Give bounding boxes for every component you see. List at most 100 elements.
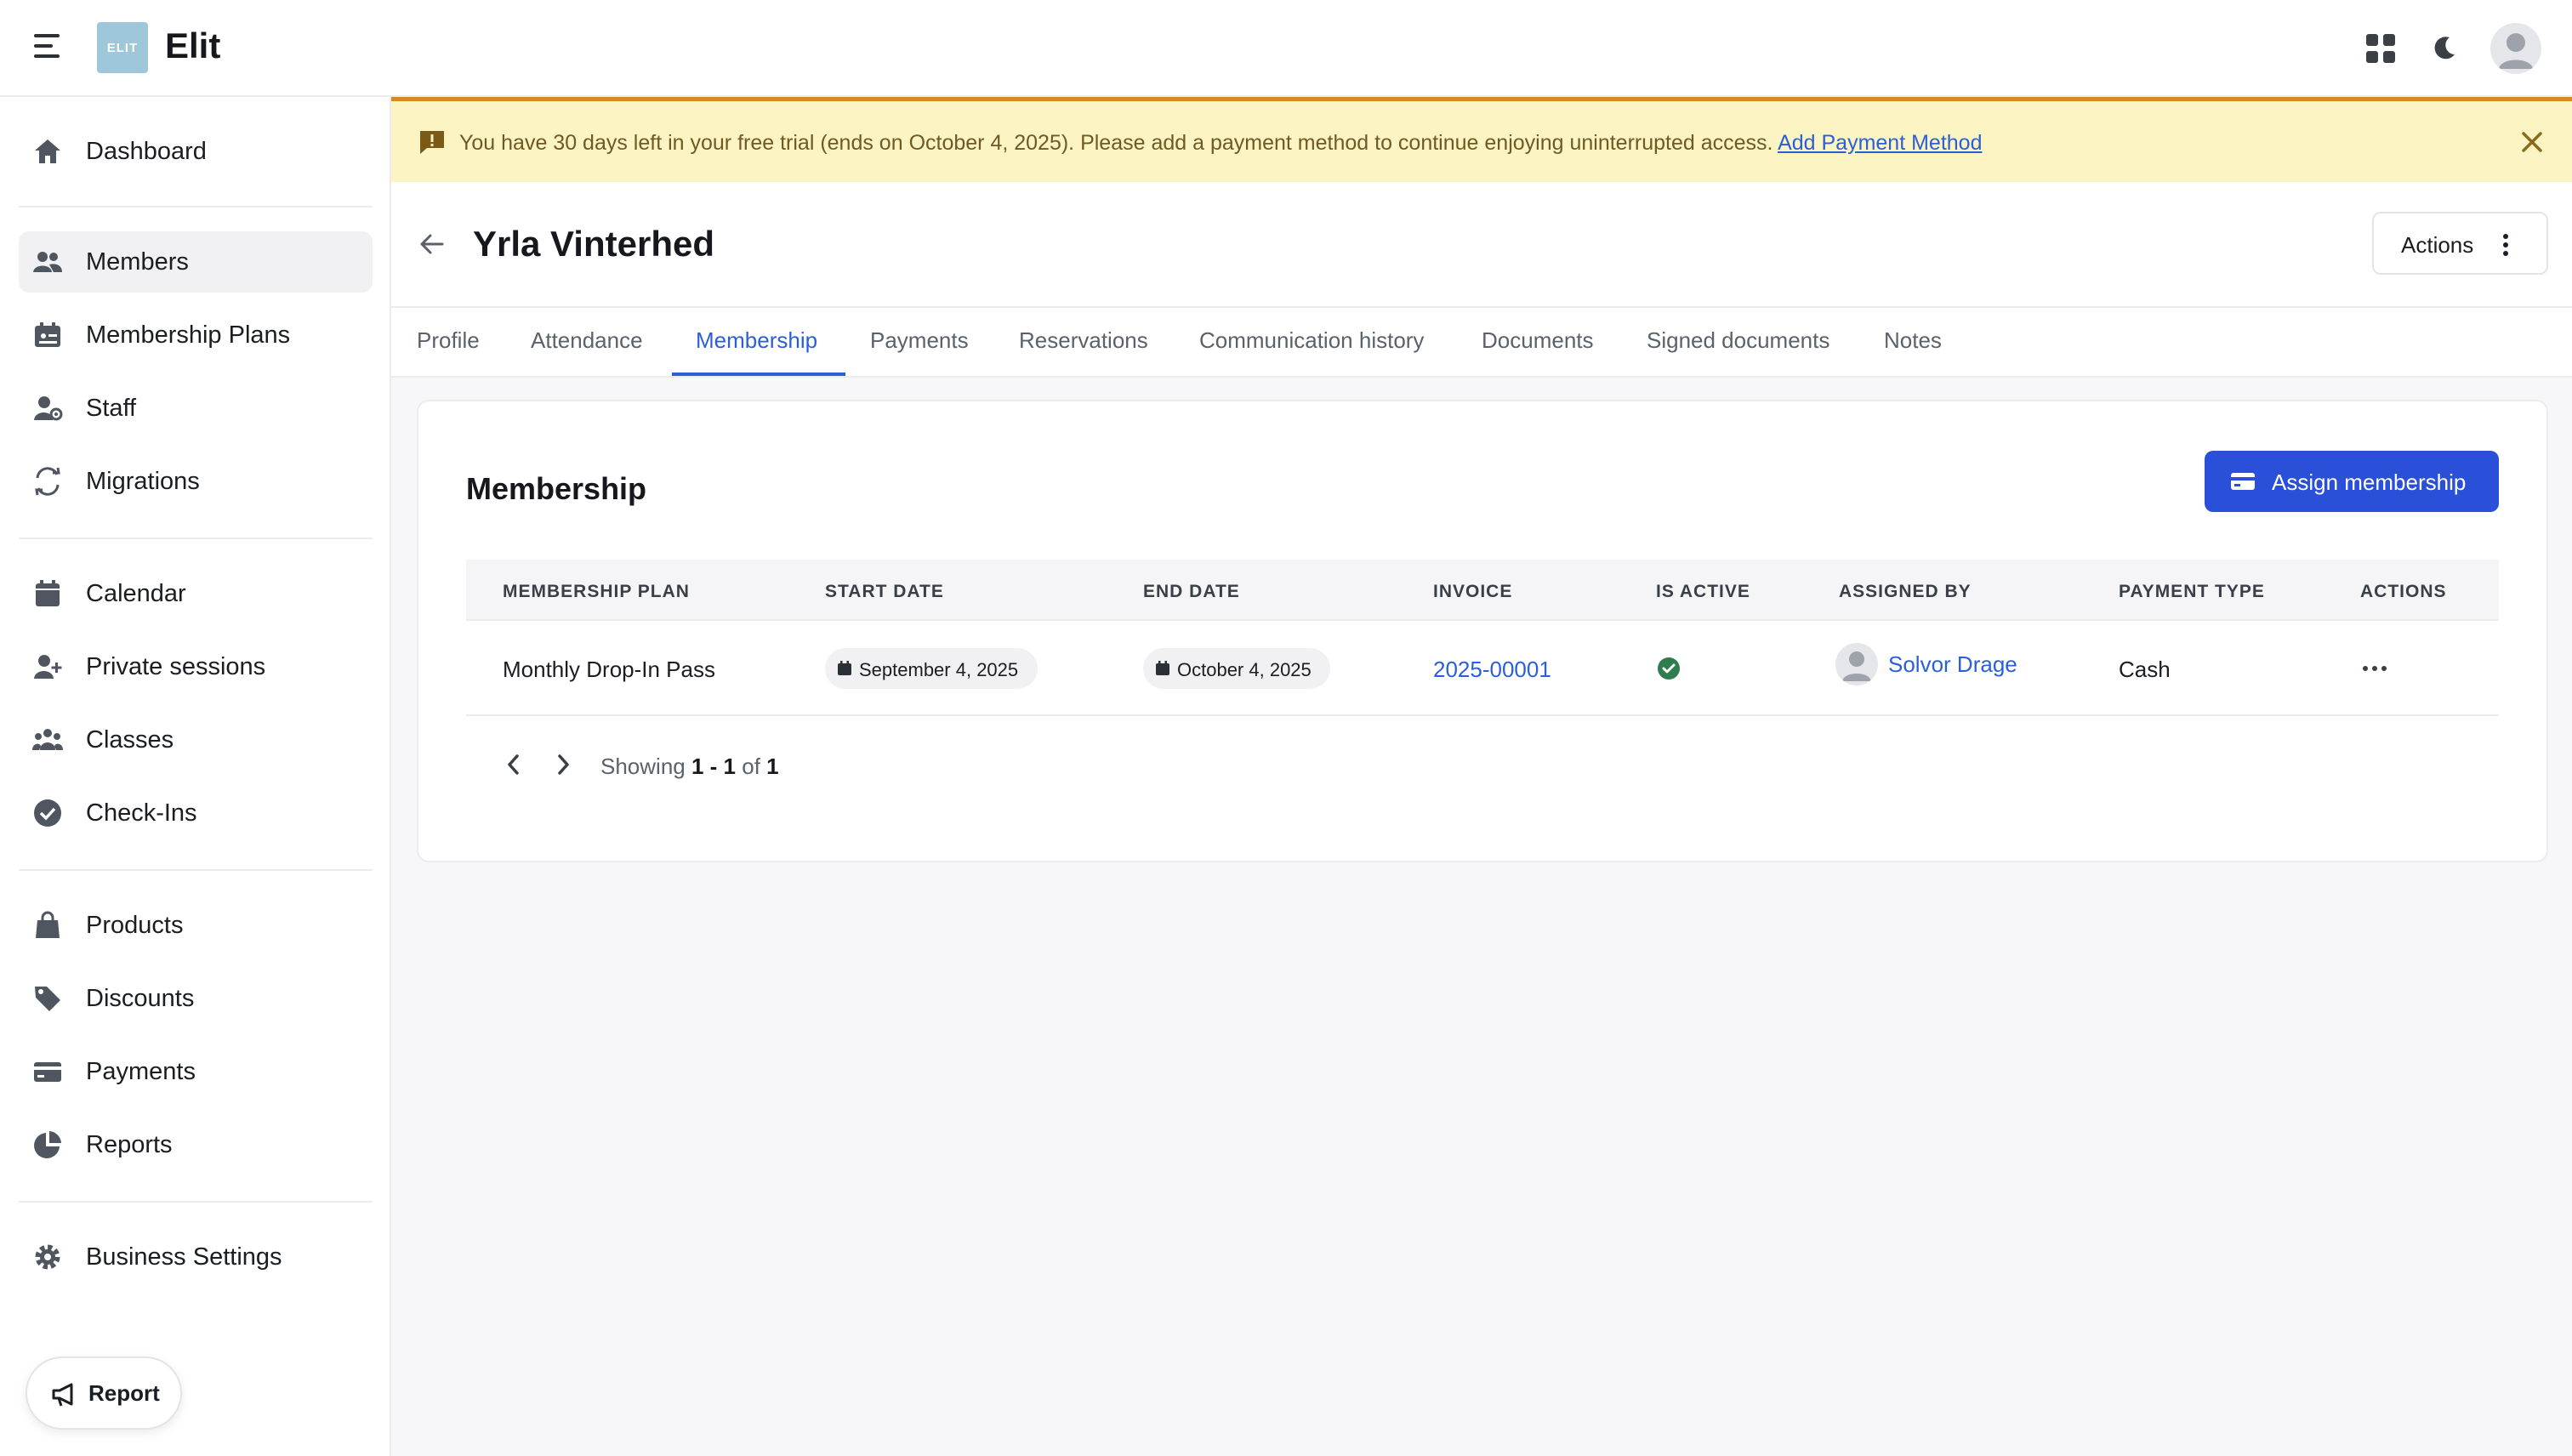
column-header-start-date: START DATE	[825, 582, 944, 601]
sidebar-divider	[19, 869, 373, 871]
sidebar-item-dashboard[interactable]: Dashboard	[19, 121, 373, 182]
sidebar-divider	[19, 206, 373, 208]
sidebar-item-discounts[interactable]: Discounts	[19, 968, 373, 1029]
add-payment-method-link[interactable]: Add Payment Method	[1778, 131, 1982, 155]
tab-profile[interactable]: Profile	[417, 308, 480, 378]
sidebar-item-label: Payments	[86, 1057, 196, 1085]
sidebar-item-private-sessions[interactable]: Private sessions	[19, 636, 373, 697]
page-title: Yrla Vinterhed	[473, 224, 714, 264]
classes-icon	[32, 729, 63, 750]
start-date-badge: September 4, 2025	[825, 648, 1038, 689]
sidebar-item-check-ins[interactable]: Check-Ins	[19, 782, 373, 844]
invoice-link[interactable]: 2025-00001	[1433, 657, 1551, 683]
shopping-bag-icon	[36, 911, 60, 938]
active-tab-indicator	[672, 373, 845, 376]
dark-mode-moon-icon[interactable]	[2429, 32, 2460, 63]
users-icon	[33, 252, 62, 272]
pagination-total: 1	[766, 754, 779, 779]
top-bar: ELIT Elit	[0, 0, 2572, 97]
menu-toggle-icon[interactable]	[34, 34, 63, 60]
calendar-icon	[838, 661, 851, 675]
pagination-summary: Showing 1 - 1 of 1	[600, 754, 779, 780]
tab-payments[interactable]: Payments	[870, 308, 969, 378]
tab-communication-history[interactable]: Communication history	[1199, 308, 1424, 378]
report-button[interactable]: Report	[26, 1356, 182, 1430]
next-page-chevron-icon[interactable]	[553, 752, 573, 777]
pie-chart-icon	[34, 1131, 61, 1158]
actions-button[interactable]: Actions	[2372, 212, 2548, 275]
column-header-is-active: IS ACTIVE	[1656, 582, 1750, 601]
sidebar-divider	[19, 537, 373, 539]
user-silhouette-icon	[2499, 33, 2533, 69]
gear-icon	[35, 1244, 60, 1270]
previous-page-chevron-icon[interactable]	[504, 752, 524, 777]
end-date-value: October 4, 2025	[1177, 659, 1312, 680]
pagination-range: 1 - 1	[691, 754, 736, 779]
back-arrow-icon[interactable]	[418, 231, 446, 257]
tab-reservations[interactable]: Reservations	[1019, 308, 1148, 378]
assign-membership-label: Assign membership	[2272, 469, 2467, 495]
sidebar-item-reports[interactable]: Reports	[19, 1114, 373, 1175]
end-date-badge: October 4, 2025	[1143, 648, 1330, 689]
membership-plans-icon	[35, 322, 60, 347]
assign-membership-button[interactable]: Assign membership	[2205, 451, 2499, 512]
sidebar-item-label: Membership Plans	[86, 321, 291, 349]
sidebar-item-label: Discounts	[86, 984, 195, 1012]
staff-icon	[34, 396, 63, 421]
payment-type-cell: Cash	[2119, 657, 2171, 682]
home-icon	[35, 139, 60, 163]
calendar-icon	[36, 580, 60, 606]
apps-grid-icon[interactable]	[2366, 34, 2395, 63]
user-silhouette-icon	[1842, 651, 1871, 681]
membership-section-title: Membership	[466, 471, 647, 506]
trial-banner-message: You have 30 days left in your free trial…	[459, 131, 1982, 156]
credit-card-icon	[34, 1062, 61, 1082]
membership-plan-cell: Monthly Drop-In Pass	[503, 657, 715, 682]
tab-notes[interactable]: Notes	[1884, 308, 1942, 378]
sidebar-item-label: Reports	[86, 1130, 173, 1158]
column-header-actions: ACTIONS	[2360, 582, 2447, 601]
private-sessions-icon	[34, 655, 62, 679]
check-circle-icon	[34, 799, 61, 827]
column-header-membership-plan: MEMBERSHIP PLAN	[503, 582, 690, 601]
sidebar-item-label: Staff	[86, 394, 137, 422]
pagination-of: of	[742, 754, 760, 779]
sidebar-item-staff[interactable]: Staff	[19, 378, 373, 439]
sidebar-item-label: Check-Ins	[86, 799, 197, 827]
start-date-value: September 4, 2025	[859, 659, 1019, 680]
sidebar-item-label: Business Settings	[86, 1243, 282, 1271]
assigned-by-link[interactable]: Solvor Drage	[1888, 651, 2017, 678]
credit-card-icon	[2231, 473, 2255, 490]
sidebar-item-label: Calendar	[86, 579, 186, 607]
actions-button-label: Actions	[2401, 232, 2474, 258]
tab-attendance[interactable]: Attendance	[531, 308, 643, 378]
row-more-actions-icon[interactable]	[2363, 663, 2387, 674]
tab-membership[interactable]: Membership	[696, 308, 817, 378]
app-name: Elit	[165, 26, 221, 65]
column-header-payment-type: PAYMENT TYPE	[2119, 582, 2265, 601]
sidebar-item-membership-plans[interactable]: Membership Plans	[19, 304, 373, 366]
sidebar-item-payments[interactable]: Payments	[19, 1041, 373, 1102]
sidebar-item-label: Members	[86, 247, 189, 276]
sidebar-item-label: Dashboard	[86, 137, 207, 165]
close-banner-icon[interactable]	[2519, 129, 2545, 155]
sidebar-item-label: Products	[86, 911, 184, 939]
sidebar-item-migrations[interactable]: Migrations	[19, 451, 373, 512]
tab-signed-documents[interactable]: Signed documents	[1647, 308, 1829, 378]
tab-documents[interactable]: Documents	[1482, 308, 1594, 378]
sidebar-item-products[interactable]: Products	[19, 895, 373, 956]
user-avatar[interactable]	[2490, 23, 2541, 74]
column-header-assigned-by: ASSIGNED BY	[1839, 582, 1972, 601]
sidebar-divider	[19, 1201, 373, 1203]
sidebar-item-business-settings[interactable]: Business Settings	[19, 1226, 373, 1288]
app-logo: ELIT	[97, 22, 148, 73]
column-header-end-date: END DATE	[1143, 582, 1240, 601]
column-header-invoice: INVOICE	[1433, 582, 1513, 601]
page-header	[391, 182, 2572, 308]
sidebar-item-label: Classes	[86, 725, 174, 754]
trial-banner: You have 30 days left in your free trial…	[391, 97, 2572, 182]
sidebar-item-members[interactable]: Members	[19, 231, 373, 293]
sidebar-item-calendar[interactable]: Calendar	[19, 563, 373, 624]
sidebar-item-classes[interactable]: Classes	[19, 709, 373, 771]
tag-icon	[35, 987, 60, 1011]
